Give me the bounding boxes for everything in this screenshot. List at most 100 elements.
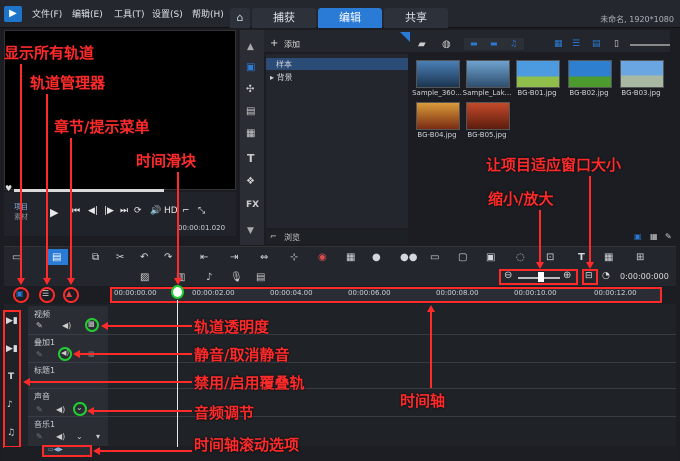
thumbnail-image[interactable]	[416, 60, 460, 88]
split-icon[interactable]: ⇥	[230, 252, 238, 263]
category-up-icon[interactable]: ▲	[247, 42, 254, 52]
options-icon[interactable]: ▯	[614, 39, 619, 49]
browse-icon[interactable]: ⌐	[270, 232, 277, 241]
folder-icon[interactable]: ▰	[418, 39, 426, 50]
voice-mute-icon[interactable]: ◀)	[56, 405, 65, 414]
end-icon[interactable]: ⏭	[120, 206, 128, 216]
caption-icon[interactable]: ▣	[634, 232, 642, 241]
home-tab-icon[interactable]: ⌂	[230, 8, 250, 28]
stabilize-icon[interactable]: ▣	[486, 252, 495, 263]
category-down-icon[interactable]: ▼	[247, 226, 254, 236]
thumbnail-image[interactable]	[466, 60, 510, 88]
browse-label[interactable]: 浏览	[284, 232, 300, 243]
menu-edit[interactable]: 编辑(E)	[72, 7, 103, 20]
track-edit-icon[interactable]: ✎	[36, 405, 43, 414]
graphic-icon[interactable]: ❖	[246, 176, 255, 187]
transition-icon[interactable]: ▤	[246, 106, 255, 117]
menu-help[interactable]: 帮助(H)	[192, 7, 224, 20]
overlay-track-toggle-icon[interactable]: ▶▮	[6, 344, 18, 354]
filter-icon[interactable]: FX	[246, 200, 259, 210]
add-folder-label[interactable]: 添加	[284, 39, 300, 50]
subtitle-editor-icon[interactable]: ▨	[140, 272, 149, 283]
text-icon[interactable]: T	[247, 152, 255, 165]
fit-clip-icon[interactable]: ⇤	[200, 252, 208, 263]
thumbnail-size-slider[interactable]	[630, 44, 670, 46]
timeline-timecode[interactable]: 0:00:00:000	[620, 272, 669, 281]
track-edit-icon[interactable]: ✎	[36, 432, 43, 441]
grid-icon[interactable]: ▦	[650, 232, 658, 241]
tree-item-background[interactable]: ▸ 背景	[270, 72, 293, 83]
instant-project-icon[interactable]: ✣	[246, 84, 254, 95]
hd-label[interactable]: HD	[164, 206, 178, 216]
thumbnail-image[interactable]	[416, 102, 460, 130]
copy-icon[interactable]: ⧉	[92, 252, 99, 263]
media-category-icon[interactable]: ▣	[246, 62, 255, 73]
fit-window-icon[interactable]: ⊟	[585, 271, 593, 281]
track-edit-icon[interactable]: ✎	[36, 350, 43, 359]
mask-icon[interactable]: ▢	[458, 252, 467, 263]
thumbnail-image[interactable]	[466, 102, 510, 130]
volume-icon[interactable]: 🔊	[150, 206, 161, 216]
tab-capture[interactable]: 捕获	[252, 8, 316, 28]
menu-tools[interactable]: 工具(T)	[114, 7, 145, 20]
music-expand-icon[interactable]: ▾	[96, 432, 100, 441]
ripple-icon[interactable]: ⇔	[260, 252, 268, 263]
auto-music-icon[interactable]: ▤	[256, 272, 265, 283]
music-icon[interactable]: ♪	[206, 272, 212, 283]
track-motion-icon[interactable]: ◌	[516, 252, 525, 263]
blend-icon[interactable]: ●●	[400, 252, 417, 263]
preview-timecode[interactable]: 00:00:01.020	[178, 224, 225, 232]
menu-file[interactable]: 文件(F)	[32, 7, 62, 20]
color-icon[interactable]: ●	[372, 252, 381, 263]
add-folder-icon[interactable]: +	[270, 38, 278, 49]
audio-filter-icon[interactable]: ♫	[510, 39, 517, 48]
camera-icon[interactable]: ⊡	[546, 252, 554, 263]
thumbnail-view-icon[interactable]: ▦	[554, 39, 563, 49]
tab-share[interactable]: 共享	[384, 8, 448, 28]
preview-scrub-bar[interactable]	[14, 189, 164, 192]
thumbnail-image[interactable]	[620, 60, 664, 88]
zoom-out-icon[interactable]: ⊖	[504, 270, 512, 281]
scrub-marker-icon[interactable]: ♥	[5, 184, 12, 193]
detail-view-icon[interactable]: ▤	[592, 39, 601, 49]
undo-icon[interactable]: ↶	[140, 252, 148, 263]
title-tool-icon[interactable]: T	[578, 252, 585, 263]
title-track-toggle-icon[interactable]: T	[8, 372, 14, 382]
subtitle-icon[interactable]: ▭	[430, 252, 439, 263]
crop-icon[interactable]: ⌐	[182, 206, 190, 216]
video-filter-icon[interactable]: ▬	[470, 39, 478, 48]
zoom-slider-handle[interactable]	[538, 272, 544, 282]
play-icon[interactable]: ▶	[50, 206, 58, 219]
list-view-icon[interactable]: ☰	[572, 39, 580, 49]
track-edit-icon[interactable]: ✎	[36, 321, 43, 330]
sort-icon[interactable]: ◍	[442, 39, 451, 50]
mic-icon[interactable]: 🎙	[230, 272, 243, 283]
motion-icon[interactable]: ▦	[346, 252, 355, 263]
redo-icon[interactable]: ↷	[164, 252, 172, 263]
thumbnail-image[interactable]	[516, 60, 560, 88]
thumbnail-image[interactable]	[568, 60, 612, 88]
repeat-icon[interactable]: ⟳	[134, 206, 142, 216]
edit-icon[interactable]: ✎	[665, 232, 672, 241]
time-slider-handle[interactable]	[171, 285, 184, 299]
video-track-toggle-icon[interactable]: ▶▮	[6, 316, 18, 326]
menu-settings[interactable]: 设置(S)	[152, 7, 183, 20]
resize-icon[interactable]: ⤡	[198, 206, 205, 216]
music-mute-icon[interactable]: ◀)	[56, 432, 65, 441]
tree-item-samples[interactable]: 样本	[276, 59, 292, 70]
prev-frame-icon[interactable]: ◀|	[88, 206, 98, 216]
home-icon[interactable]: ⏮	[72, 206, 80, 216]
tab-edit[interactable]: 编辑	[318, 8, 382, 28]
speed-icon[interactable]: ⊞	[636, 252, 644, 263]
tools-icon[interactable]: ✂	[116, 252, 124, 263]
multicam-icon[interactable]: ▦	[604, 252, 613, 263]
zoom-in-icon[interactable]: ⊕	[563, 270, 571, 281]
voice-track-toggle-icon[interactable]: ♪	[7, 400, 13, 410]
record-icon[interactable]: ◉	[318, 252, 327, 263]
video-mute-icon[interactable]: ◀)	[62, 321, 71, 330]
music-track-toggle-icon[interactable]: ♫	[7, 428, 15, 438]
next-frame-icon[interactable]: |▶	[104, 206, 114, 216]
title-category-icon[interactable]: ▦	[246, 128, 255, 139]
music-adjust-icon[interactable]: ⌄	[76, 432, 83, 441]
snap-icon[interactable]: ⊹	[290, 252, 298, 263]
